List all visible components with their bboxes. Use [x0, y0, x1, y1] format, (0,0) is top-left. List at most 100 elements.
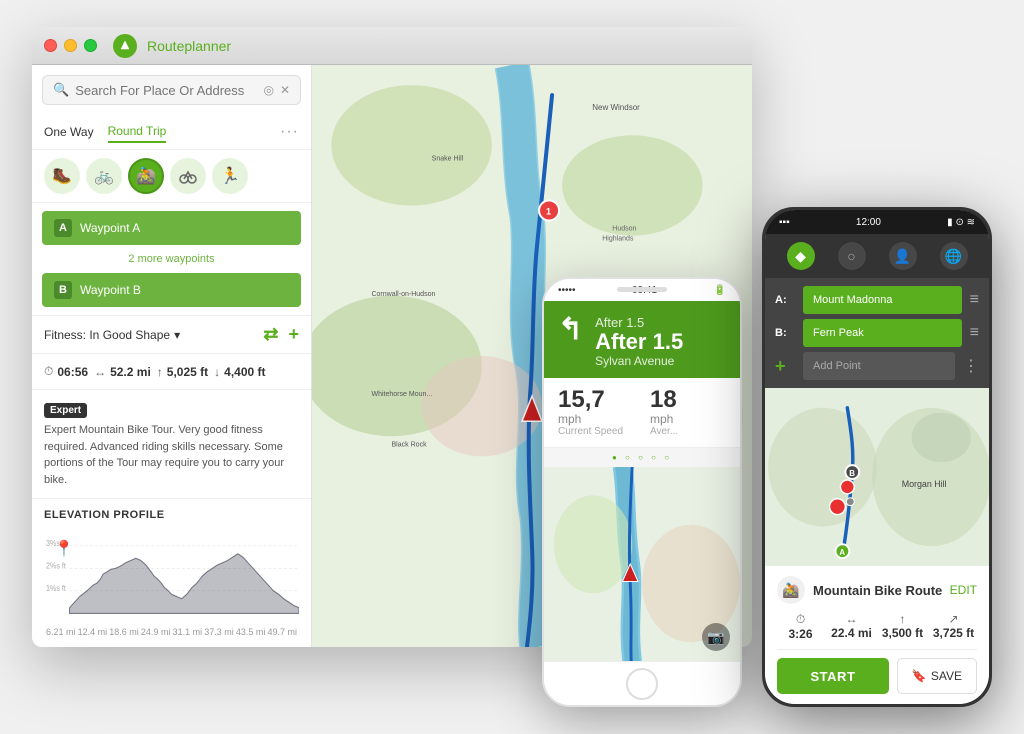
title-bar: Routeplanner: [32, 27, 752, 65]
round-trip-tab[interactable]: Round Trip: [108, 121, 167, 143]
signal-dots: •••••: [558, 285, 576, 296]
fitness-selector[interactable]: Fitness: In Good Shape ▾: [44, 328, 180, 342]
metric-ascent-value: 3,500 ft: [879, 626, 926, 640]
turn-arrow: ↰: [558, 315, 583, 345]
waypoint-b-text: Waypoint B: [80, 283, 289, 297]
elev-label-4: 31.1 mi: [173, 627, 203, 637]
stat-ascent-value: 5,025 ft: [167, 365, 208, 379]
battery-icon: 🔋: [714, 285, 726, 296]
phone-white: ••••• 09:41 🔋 ↰ After 1.5 After 1.5 Sylv…: [542, 277, 742, 707]
elevation-title: ELEVATION PROFILE: [44, 509, 299, 521]
add-point-more-icon[interactable]: ⋮: [963, 356, 979, 376]
phone-white-inner: ••••• 09:41 🔋 ↰ After 1.5 After 1.5 Sylv…: [544, 279, 740, 705]
avg-label: Aver...: [650, 426, 726, 437]
diamond-icon[interactable]: ◆: [787, 242, 815, 270]
waypoint-a-text: Waypoint A: [80, 221, 289, 235]
black-battery: ▮ ⊙ ≋: [947, 217, 975, 228]
profile-icon[interactable]: 👤: [889, 242, 917, 270]
phone-speed-row: 15,7 mph Current Speed 18 mph Aver...: [544, 378, 740, 448]
route-metrics: ⏱ 3:26 ↔ 22.4 mi ↑ 3,500 ft ↗ 3,725 ft: [777, 612, 977, 650]
waypoint-a[interactable]: A Waypoint A: [42, 211, 301, 245]
nav-after-text: After 1.5: [595, 315, 726, 330]
metric-descent-icon: ↗: [930, 612, 977, 626]
phone-black-inner: ▪▪▪ 12:00 ▮ ⊙ ≋ ◆ ○ 👤 🌐 A: Mount Madonna…: [765, 210, 989, 704]
description-text: Expert Mountain Bike Tour. Very good fit…: [44, 422, 299, 488]
save-button[interactable]: 🔖 SAVE: [897, 658, 977, 694]
route-info-header: 🚵 Mountain Bike Route EDIT: [777, 576, 977, 604]
phone-map-black: B A Morgan Hill: [765, 388, 989, 566]
waypoint-b[interactable]: B Waypoint B: [42, 273, 301, 307]
black-signal: ▪▪▪: [779, 217, 790, 228]
swap-route-icon[interactable]: ⇄: [263, 324, 278, 345]
reorder-b-icon[interactable]: ≡: [970, 324, 979, 342]
scene: Routeplanner 🔍 ◎ ✕ One Way Round Trip ··…: [32, 27, 992, 707]
traffic-lights: [44, 39, 97, 52]
metric-time-icon: ⏱: [777, 612, 824, 627]
camera-icon[interactable]: 📷: [702, 623, 730, 651]
fitness-section: Fitness: In Good Shape ▾ ⇄ +: [32, 316, 311, 354]
elevation-section: ELEVATION PROFILE 📍 3%s ft 2%s ft 1%s ft: [32, 499, 311, 647]
black-time: 12:00: [856, 217, 881, 228]
phone-wp-a-bar[interactable]: Mount Madonna: [803, 286, 962, 314]
phone-wp-b-bar[interactable]: Fern Peak: [803, 319, 962, 347]
waypoint-a-label: A: [54, 219, 72, 237]
elevation-svg: 3%s ft 2%s ft 1%s ft: [44, 529, 299, 619]
maximize-button[interactable]: [84, 39, 97, 52]
metric-time: ⏱ 3:26: [777, 612, 824, 641]
svg-text:Black Rock: Black Rock: [392, 441, 428, 448]
gps-icon[interactable]: ◎: [263, 83, 273, 97]
save-label: SAVE: [931, 669, 962, 683]
add-icon: +: [775, 356, 795, 377]
svg-text:2%s ft: 2%s ft: [46, 561, 67, 570]
mtb-icon[interactable]: 🚵: [128, 158, 164, 194]
phone-status-bar-black: ▪▪▪ 12:00 ▮ ⊙ ≋: [765, 210, 989, 234]
phone-black: ▪▪▪ 12:00 ▮ ⊙ ≋ ◆ ○ 👤 🌐 A: Mount Madonna…: [762, 207, 992, 707]
time-icon: ⏱: [44, 364, 53, 379]
stat-distance: ↔ 52.2 mi: [94, 364, 151, 379]
more-options-icon[interactable]: ···: [280, 123, 299, 141]
elev-label-7: 49.7 mi: [267, 627, 297, 637]
phone-route-info: 🚵 Mountain Bike Route EDIT ⏱ 3:26 ↔ 22.4…: [765, 566, 989, 704]
run-icon[interactable]: 🏃: [212, 158, 248, 194]
clear-icon[interactable]: ✕: [280, 83, 290, 97]
bike-icon[interactable]: 🚲: [86, 158, 122, 194]
one-way-tab[interactable]: One Way: [44, 122, 94, 142]
elevation-labels: 6.21 mi 12.4 mi 18.6 mi 24.9 mi 31.1 mi …: [44, 627, 299, 637]
elev-label-3: 24.9 mi: [141, 627, 171, 637]
search-input[interactable]: [75, 83, 257, 98]
current-speed-block: 15,7 mph Current Speed: [558, 388, 634, 437]
elev-label-1: 12.4 mi: [78, 627, 108, 637]
phone-nav-tabs: ◆ ○ 👤 🌐: [765, 234, 989, 278]
minimize-button[interactable]: [64, 39, 77, 52]
activity-icons: 🥾 🚲 🚵 🏃: [32, 150, 311, 203]
elev-label-5: 37.3 mi: [204, 627, 234, 637]
edit-button[interactable]: EDIT: [950, 583, 977, 597]
hike-icon[interactable]: 🥾: [44, 158, 80, 194]
more-waypoints[interactable]: 2 more waypoints: [42, 251, 301, 267]
distance-icon: ↔: [94, 365, 106, 379]
reorder-a-icon[interactable]: ≡: [970, 291, 979, 309]
svg-text:Hudson: Hudson: [612, 226, 636, 233]
phone-map-white: 📷: [544, 467, 740, 661]
add-point-row: + Add Point ⋮: [775, 352, 979, 380]
search-bar[interactable]: 🔍 ◎ ✕: [42, 75, 301, 105]
svg-text:Cornwall-on-Hudson: Cornwall-on-Hudson: [371, 291, 435, 298]
home-button[interactable]: [626, 668, 658, 700]
nav-distance: After 1.5: [595, 330, 726, 354]
phone-nav-header: ↰ After 1.5 After 1.5 Sylvan Avenue: [544, 301, 740, 378]
record-icon[interactable]: ○: [838, 242, 866, 270]
route-type-icon: 🚵: [777, 576, 805, 604]
app-title: Routeplanner: [147, 38, 231, 54]
phone-action-buttons: START 🔖 SAVE: [777, 658, 977, 694]
fitness-actions: ⇄ +: [263, 324, 299, 345]
add-waypoint-button[interactable]: +: [288, 324, 299, 345]
start-button[interactable]: START: [777, 658, 889, 694]
stat-time-value: 06:56: [57, 365, 88, 379]
metric-ascent-icon: ↑: [879, 612, 926, 626]
globe-icon[interactable]: 🌐: [940, 242, 968, 270]
page-dots: ● ○ ○ ○ ○: [544, 448, 740, 467]
svg-text:1%s ft: 1%s ft: [46, 584, 67, 593]
road-bike-icon[interactable]: [170, 158, 206, 194]
add-point-button[interactable]: Add Point: [803, 352, 955, 380]
close-button[interactable]: [44, 39, 57, 52]
